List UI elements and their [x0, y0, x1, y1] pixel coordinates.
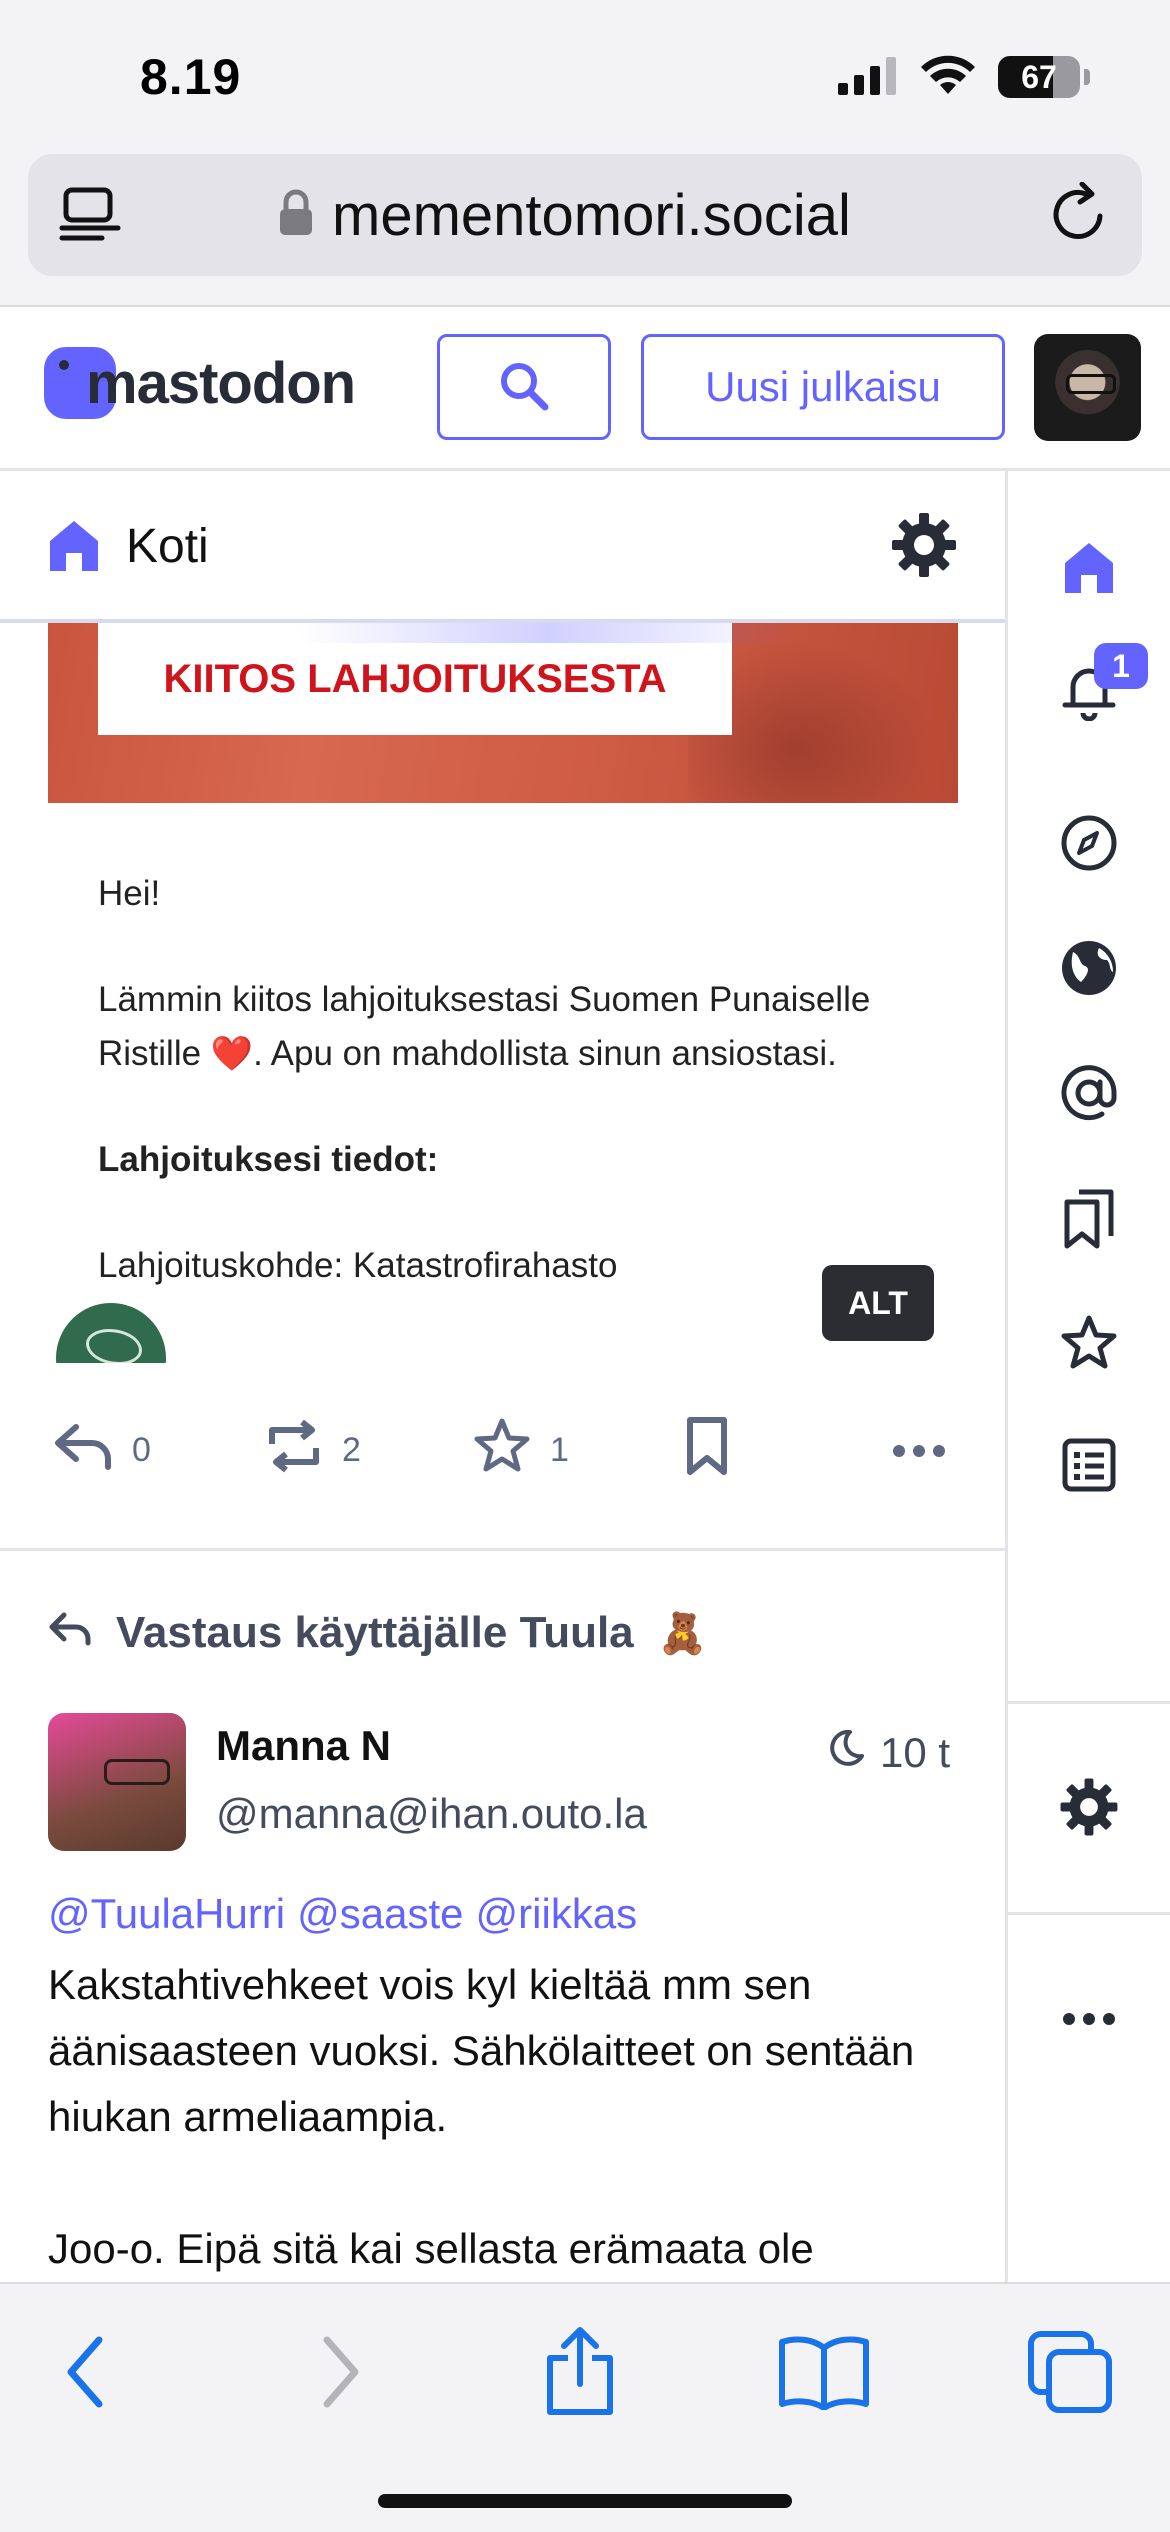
- url-text[interactable]: mementomori.social: [332, 182, 851, 249]
- favourite-button[interactable]: 1: [472, 1417, 569, 1483]
- heart-emoji: ❤️: [210, 1035, 254, 1073]
- rail-more[interactable]: [1008, 1971, 1170, 2071]
- wifi-icon: [920, 54, 976, 101]
- home-indicator[interactable]: [378, 2494, 792, 2508]
- notification-badge: 1: [1094, 643, 1148, 689]
- bookmark-button[interactable]: [682, 1416, 732, 1485]
- forward-button[interactable]: [290, 2324, 390, 2424]
- search-button[interactable]: [437, 334, 611, 440]
- tabs-button[interactable]: [1020, 2324, 1120, 2424]
- mastodon-header: mastodon Uusi julkaisu: [0, 307, 1170, 471]
- rail-notifications[interactable]: 1: [1008, 643, 1170, 743]
- more-button[interactable]: [892, 1417, 946, 1483]
- settings-icon[interactable]: [888, 509, 960, 586]
- post-actions: 0 2 1: [0, 1395, 1005, 1505]
- rail-bookmarks[interactable]: [1008, 1171, 1170, 1271]
- rail-favourites[interactable]: [1008, 1295, 1170, 1395]
- browser-toolbar: [0, 2282, 1170, 2532]
- email-body: Lämmin kiitos lahjoituksestasi Suomen Pu…: [98, 980, 871, 1073]
- mastodon-logo[interactable]: mastodon: [44, 347, 356, 419]
- share-icon: [542, 2326, 618, 2423]
- browser-address-area: mementomori.social: [0, 150, 1170, 307]
- reader-mode-icon[interactable]: [58, 182, 124, 248]
- more-icon: [892, 1431, 946, 1470]
- bookmarks-icon: [1061, 1188, 1117, 1255]
- at-icon: [1058, 1062, 1120, 1129]
- author-handle[interactable]: @manna@ihan.outo.la: [216, 1790, 647, 1838]
- star-icon: [1059, 1313, 1119, 1378]
- status-bar: 8.19 67: [0, 0, 1170, 150]
- teddy-bear-emoji: 🧸: [657, 1611, 708, 1656]
- column-header: Koti: [0, 471, 1005, 623]
- reply-indicator[interactable]: Vastaus käyttäjälle Tuula 🧸: [48, 1603, 707, 1663]
- bookmarks-button[interactable]: [774, 2324, 874, 2424]
- mention-link[interactable]: @riikkas: [476, 1890, 638, 1938]
- list-icon: [1061, 1437, 1117, 1498]
- mention-link[interactable]: @TuulaHurri: [48, 1890, 285, 1938]
- post-time-text: 10 t: [880, 1729, 951, 1776]
- email-greeting: Hei!: [98, 874, 161, 913]
- mentions: @TuulaHurri @saaste @riikkas: [48, 1890, 637, 1938]
- bookmark-icon: [682, 1416, 732, 1485]
- more-icon: [1062, 2009, 1116, 2034]
- author-name[interactable]: Manna N: [216, 1722, 391, 1770]
- lock-icon: [278, 189, 314, 242]
- mention-link[interactable]: @saaste: [297, 1890, 463, 1938]
- rail-home[interactable]: [1008, 519, 1170, 619]
- battery-level: 67: [1021, 59, 1057, 95]
- reload-icon[interactable]: [1046, 181, 1112, 248]
- signal-icon: [838, 55, 898, 100]
- post-paragraph: Kakstahtivehkeet vois kyl kieltää mm sen…: [48, 1961, 915, 2140]
- address-bar[interactable]: mementomori.social: [28, 154, 1142, 276]
- home-icon: [1061, 539, 1117, 600]
- forward-icon: [315, 2332, 365, 2417]
- search-icon: [498, 360, 550, 415]
- alt-badge[interactable]: ALT: [822, 1265, 934, 1341]
- reply-button[interactable]: 0: [54, 1417, 151, 1483]
- tabs-icon: [1027, 2330, 1113, 2419]
- reply-to-text: Vastaus käyttäjälle Tuula: [116, 1608, 634, 1657]
- share-button[interactable]: [530, 2324, 630, 2424]
- new-post-button[interactable]: Uusi julkaisu: [641, 334, 1005, 440]
- author-avatar[interactable]: [48, 1713, 186, 1851]
- battery-icon: 67: [998, 56, 1080, 98]
- status-time: 8.19: [140, 49, 242, 105]
- post-paragraph: Joo-o. Eipä sitä kai sellasta erämaata o…: [48, 2225, 814, 2272]
- back-button[interactable]: [36, 2324, 136, 2424]
- column-title: Koti: [126, 520, 209, 573]
- boost-button[interactable]: 2: [264, 1417, 361, 1483]
- logo-text: mastodon: [86, 350, 356, 416]
- reply-indicator-icon: [48, 1608, 92, 1658]
- reply-icon: [54, 1421, 114, 1480]
- moon-icon: [826, 1728, 866, 1778]
- globe-icon: [1059, 938, 1119, 1003]
- email-content: Hei! Lämmin kiitos lahjoituksestasi Suom…: [98, 867, 938, 1345]
- post-timestamp[interactable]: 10 t: [826, 1728, 950, 1778]
- back-icon: [61, 2332, 111, 2417]
- post-divider: [0, 1548, 1005, 1551]
- email-target-line: Lahjoituskohde: Katastrofirahasto: [98, 1246, 618, 1285]
- boost-count: 2: [342, 1430, 361, 1469]
- favourite-count: 1: [550, 1430, 569, 1469]
- nav-rail: 1: [1005, 471, 1170, 2282]
- rail-mentions[interactable]: [1008, 1045, 1170, 1145]
- explore-icon: [1059, 813, 1119, 878]
- rail-explore[interactable]: [1008, 795, 1170, 895]
- rail-lists[interactable]: [1008, 1417, 1170, 1517]
- post-media-image[interactable]: KIITOS LAHJOITUKSESTA Hei! Lämmin kiitos…: [48, 623, 958, 1363]
- boost-icon: [264, 1416, 324, 1485]
- star-icon: [472, 1416, 532, 1485]
- home-icon: [46, 517, 102, 578]
- my-avatar[interactable]: [1034, 334, 1141, 441]
- media-banner: KIITOS LAHJOITUKSESTA: [48, 623, 958, 803]
- rail-preferences[interactable]: [1008, 1759, 1170, 1859]
- bookmarks-book-icon: [778, 2334, 870, 2415]
- status-icons: 67: [838, 52, 1090, 102]
- settings-icon: [1057, 1775, 1121, 1844]
- reply-count: 0: [132, 1430, 151, 1469]
- rail-federated[interactable]: [1008, 920, 1170, 1020]
- email-details-heading: Lahjoituksesi tiedot:: [98, 1140, 439, 1179]
- banner-text: KIITOS LAHJOITUKSESTA: [98, 623, 732, 735]
